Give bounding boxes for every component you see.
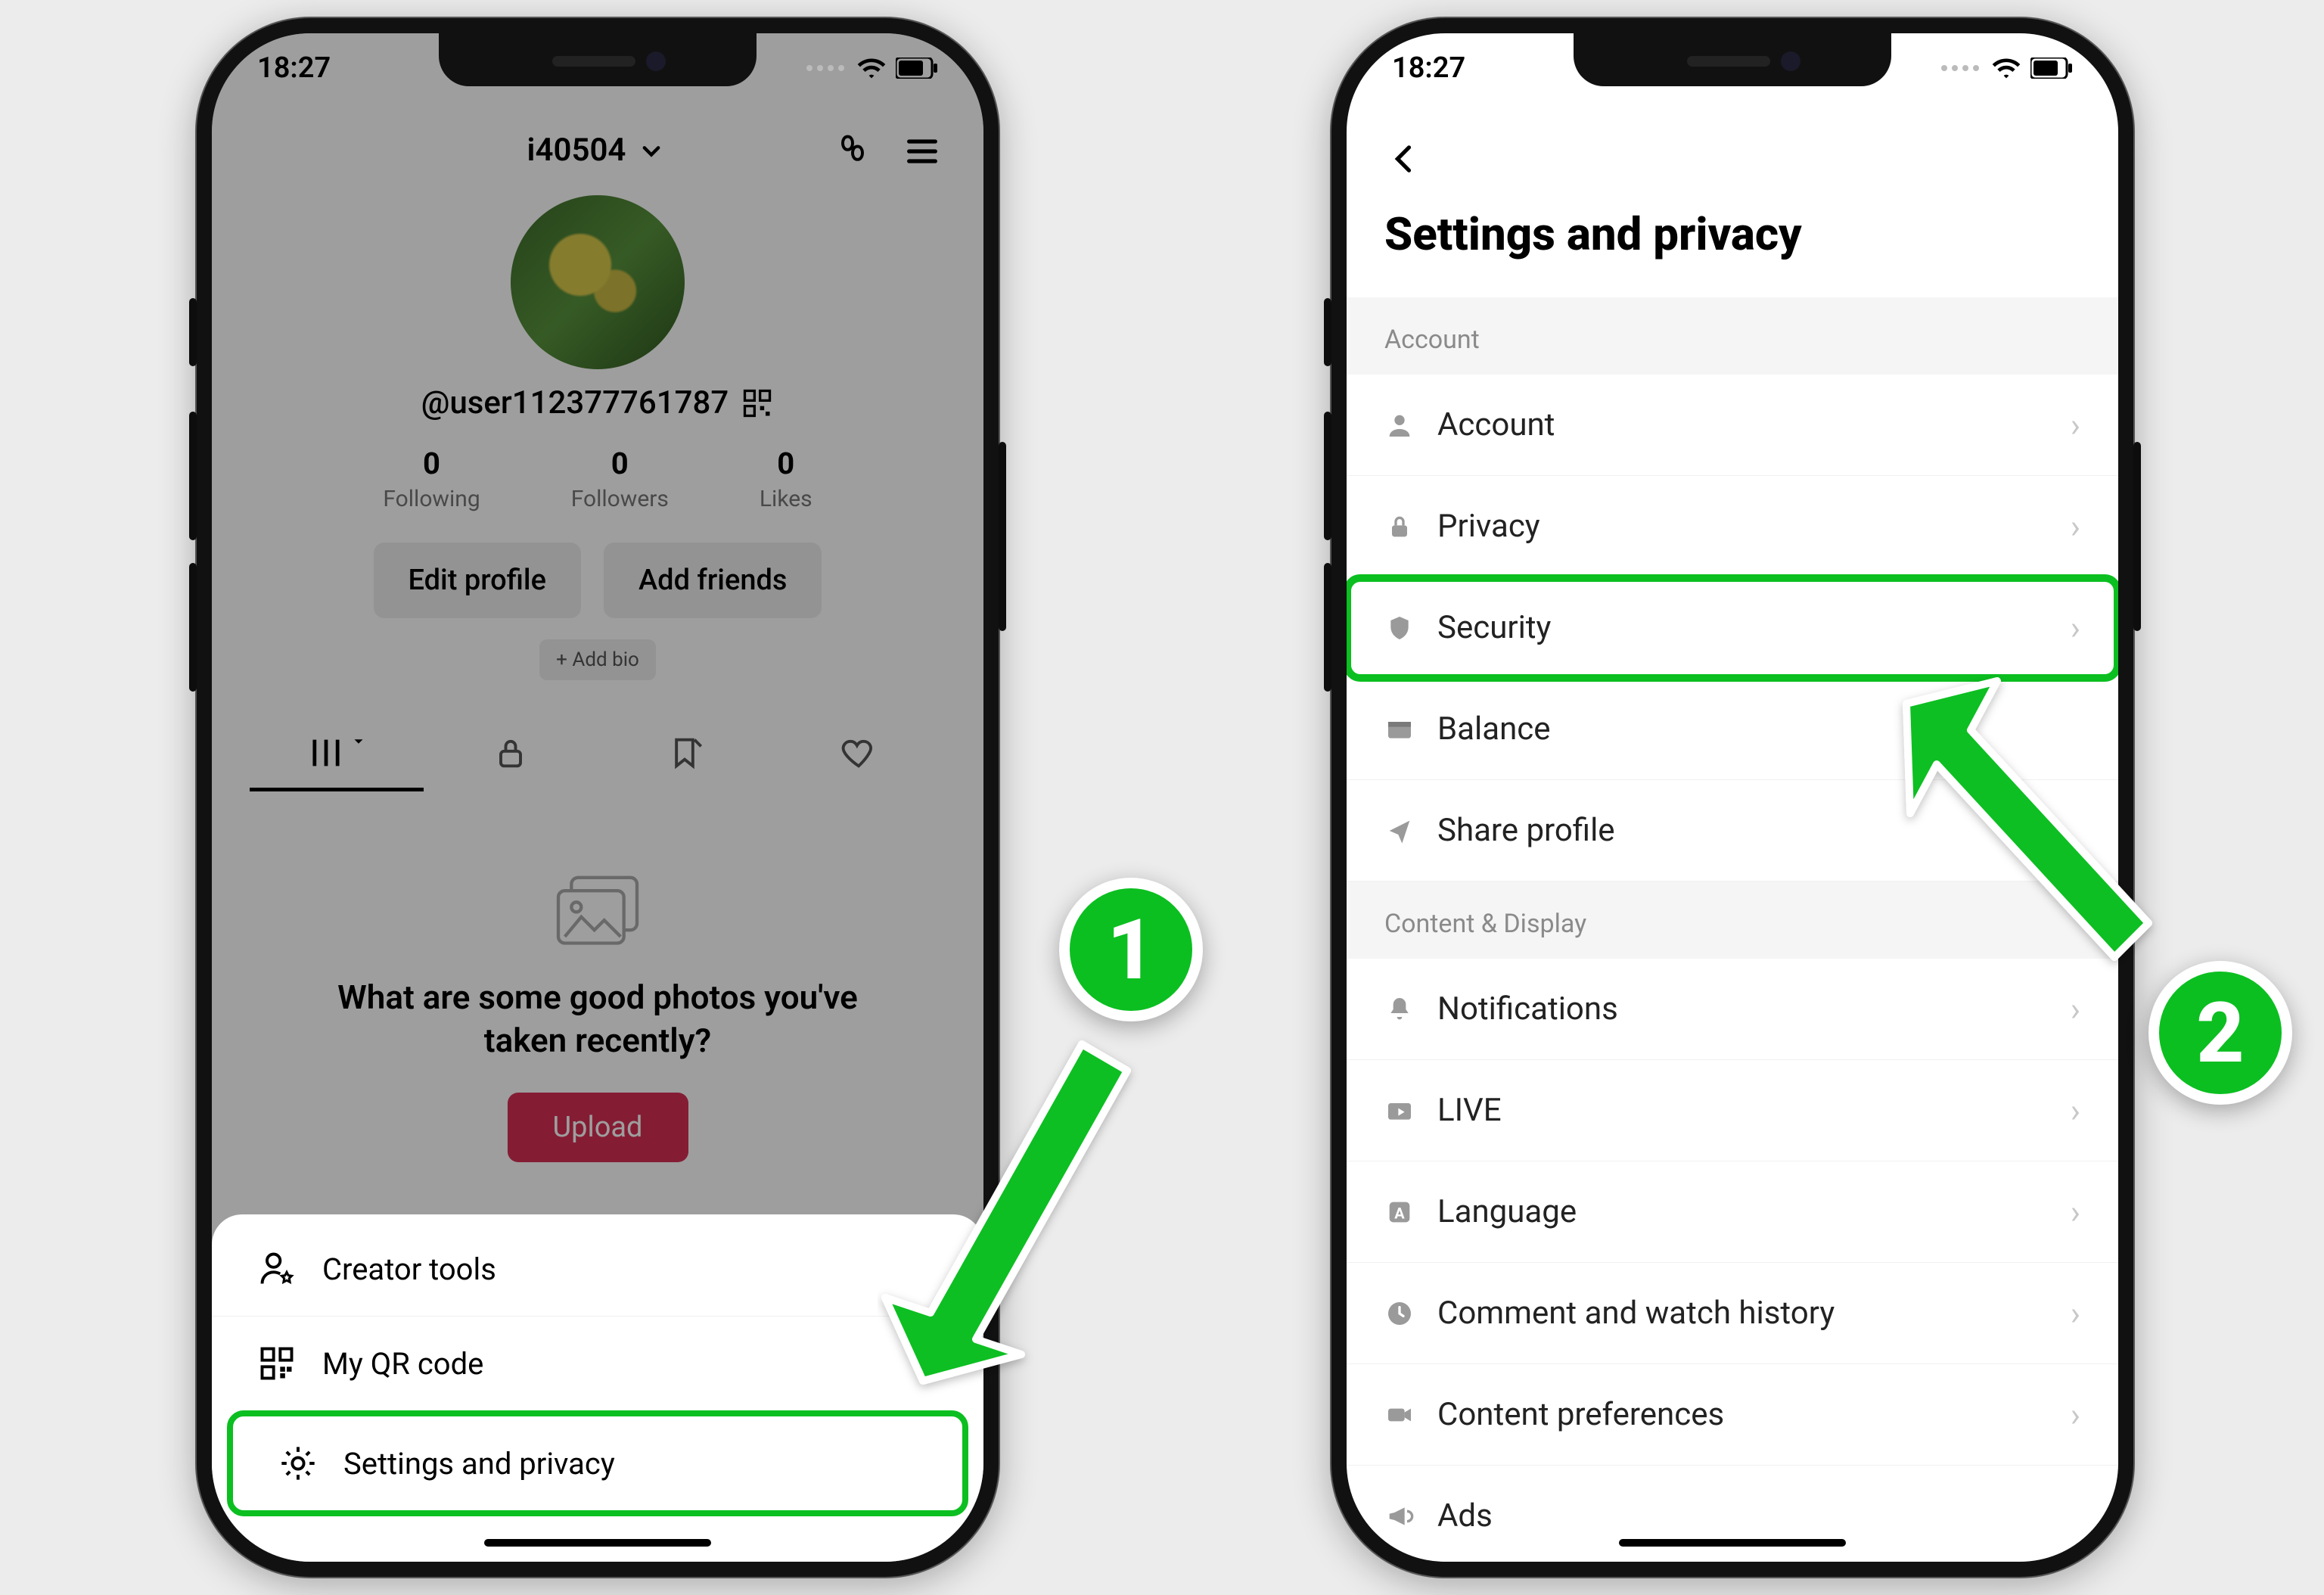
chevron-right-icon: ›	[2071, 406, 2080, 445]
person-icon	[1384, 410, 1415, 440]
chevron-right-icon: ›	[2071, 1294, 2080, 1333]
chevron-right-icon: ›	[2071, 1395, 2080, 1435]
cell-label: Comment and watch history	[1437, 1295, 1835, 1332]
signal-dots-icon	[806, 65, 844, 71]
cell-content-preferences[interactable]: Content preferences ›	[1347, 1364, 2118, 1466]
cell-language[interactable]: A Language ›	[1347, 1161, 2118, 1263]
annotation-arrow-1	[878, 999, 1165, 1422]
back-icon[interactable]	[1384, 139, 1424, 179]
share-icon	[1384, 816, 1415, 846]
sheet-label: Settings and privacy	[343, 1446, 615, 1482]
megaphone-icon	[1384, 1501, 1415, 1531]
cell-account[interactable]: Account ›	[1347, 375, 2118, 476]
shield-icon	[1384, 613, 1415, 643]
person-star-icon	[257, 1249, 297, 1289]
cell-label: Privacy	[1437, 508, 1540, 545]
cell-label: Share profile	[1437, 812, 1615, 849]
video-icon	[1384, 1400, 1415, 1430]
page-title: Settings and privacy	[1347, 182, 2118, 297]
section-account: Account	[1347, 297, 2118, 375]
status-time: 18:27	[257, 51, 331, 85]
cell-label: Language	[1437, 1193, 1577, 1230]
notch	[1574, 33, 1891, 86]
cell-label: LIVE	[1437, 1092, 1502, 1129]
bell-icon	[1384, 994, 1415, 1024]
cell-label: Ads	[1437, 1497, 1493, 1534]
chevron-right-icon: ›	[2071, 608, 2080, 648]
profile-menu-sheet: Creator tools My QR code Settings and pr…	[212, 1214, 983, 1562]
sheet-label: Creator tools	[322, 1251, 496, 1287]
home-indicator	[484, 1539, 711, 1547]
cell-comment-watch-history[interactable]: Comment and watch history ›	[1347, 1263, 2118, 1364]
svg-text:A: A	[1394, 1204, 1405, 1222]
home-indicator	[1619, 1539, 1846, 1547]
clock-icon	[1384, 1298, 1415, 1329]
step-badge-1: 1	[1059, 878, 1203, 1021]
sheet-qr-code[interactable]: My QR code	[212, 1316, 983, 1410]
wallet-icon	[1384, 714, 1415, 745]
chevron-right-icon: ›	[2071, 1192, 2080, 1232]
signal-dots-icon	[1941, 65, 1979, 71]
gear-icon	[278, 1444, 318, 1483]
qr-icon	[257, 1344, 297, 1383]
live-icon	[1384, 1096, 1415, 1126]
cell-label: Account	[1437, 406, 1555, 443]
wifi-icon	[856, 57, 887, 79]
annotation-arrow-2	[1869, 658, 2186, 1021]
step-badge-2: 2	[2148, 961, 2292, 1105]
chevron-right-icon: ›	[2071, 1091, 2080, 1130]
sheet-settings-privacy[interactable]: Settings and privacy	[227, 1410, 968, 1516]
sheet-label: My QR code	[322, 1346, 483, 1382]
chevron-right-icon: ›	[2071, 507, 2080, 546]
language-icon: A	[1384, 1197, 1415, 1227]
notch	[439, 33, 757, 86]
battery-icon	[2030, 58, 2073, 79]
cell-label: Security	[1437, 609, 1551, 646]
cell-label: Notifications	[1437, 990, 1618, 1028]
wifi-icon	[1991, 57, 2021, 79]
cell-label: Content preferences	[1437, 1396, 1724, 1433]
cell-ads[interactable]: Ads ›	[1347, 1466, 2118, 1562]
sheet-creator-tools[interactable]: Creator tools	[212, 1222, 983, 1316]
cell-live[interactable]: LIVE ›	[1347, 1060, 2118, 1161]
lock-icon	[1384, 511, 1415, 542]
cell-label: Balance	[1437, 710, 1551, 748]
battery-icon	[896, 58, 938, 79]
status-time: 18:27	[1392, 51, 1465, 85]
cell-privacy[interactable]: Privacy ›	[1347, 476, 2118, 577]
